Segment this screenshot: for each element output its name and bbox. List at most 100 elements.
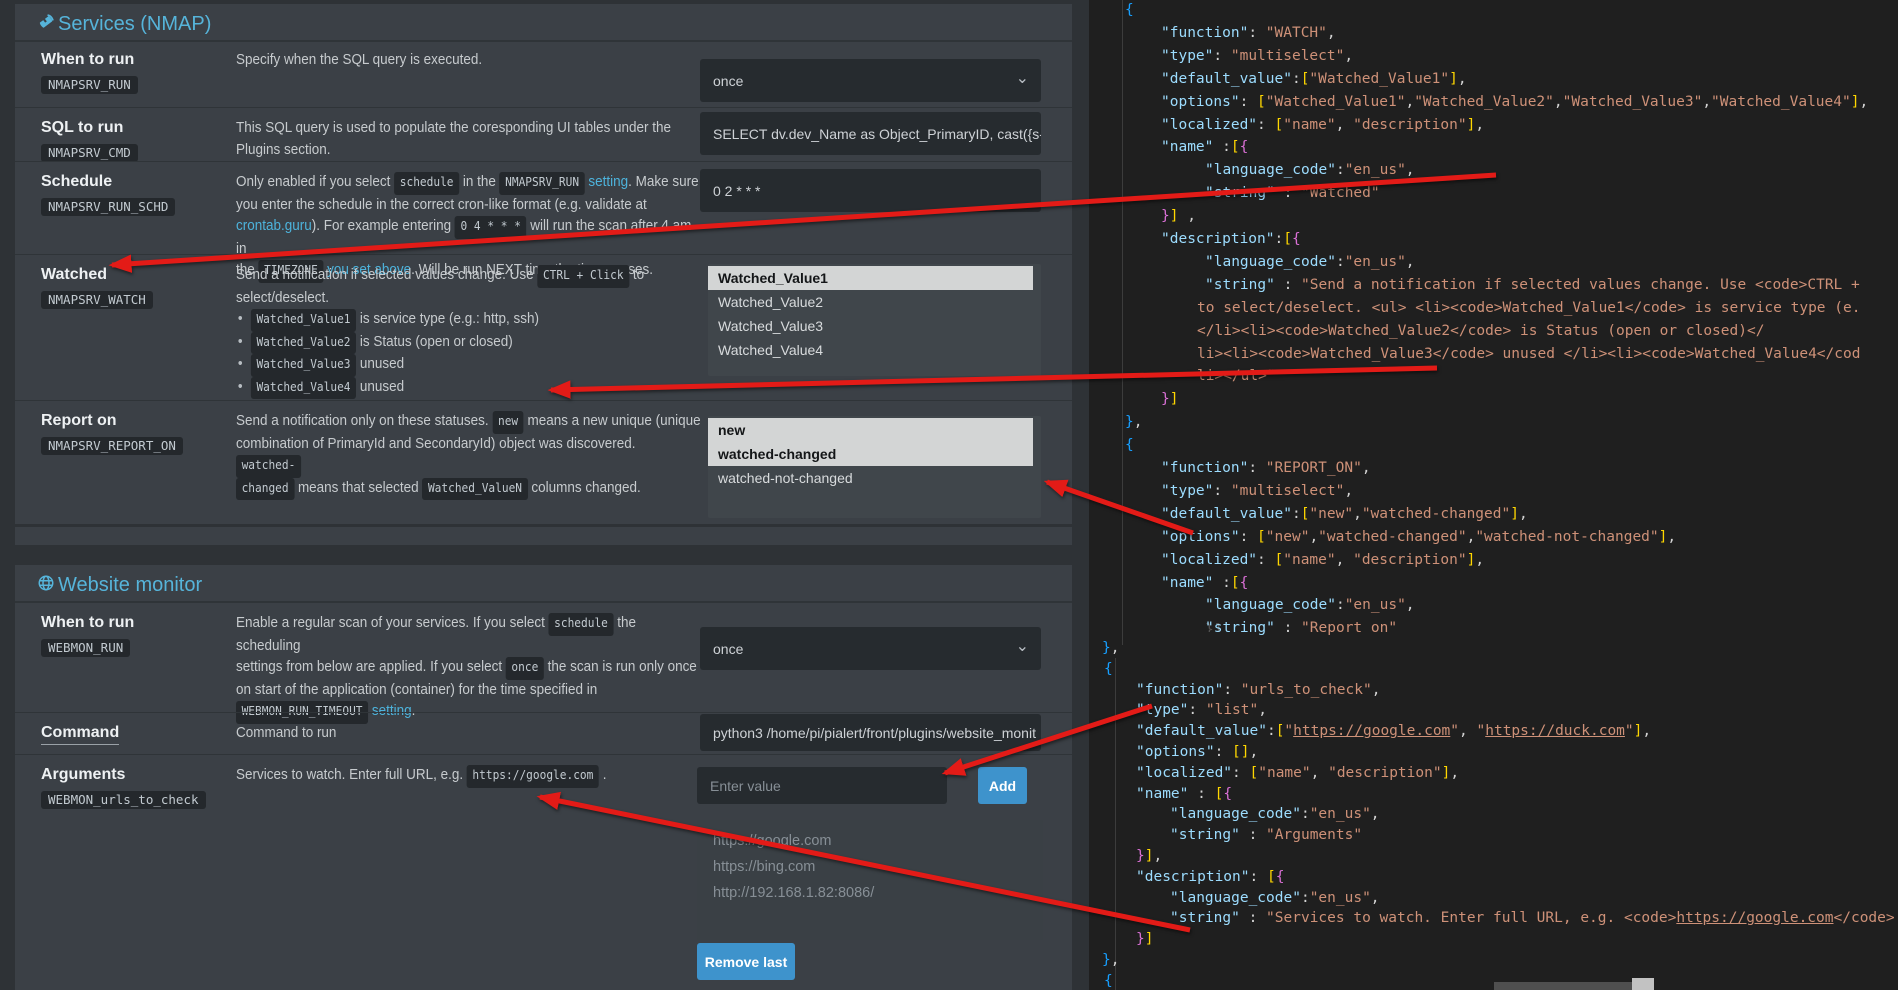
link[interactable]: crontab.guru: [236, 218, 312, 234]
desc-text: Send a notification if selected values c…: [236, 267, 537, 283]
multiselect-option[interactable]: watched-changed: [708, 442, 1033, 466]
indent-guide: [1115, 658, 1116, 990]
services-card-header[interactable]: Services (NMAP): [15, 4, 1072, 42]
setting-label: Schedule: [41, 173, 112, 191]
multiselect-option[interactable]: Watched_Value1: [708, 266, 1033, 290]
desc-text: is service type (e.g.: http, ssh): [356, 311, 539, 327]
input-command[interactable]: python3 /home/pi/pialert/front/plugins/w…: [700, 714, 1041, 751]
code-chip: watched-: [236, 455, 301, 478]
code-line: "language_code":"en_us",: [1170, 804, 1380, 824]
code-line: "language_code":"en_us",: [1205, 160, 1415, 180]
add-button[interactable]: Add: [978, 767, 1027, 804]
code-line: </li><li><code>Watched_Value2</code> is …: [1197, 321, 1764, 341]
code-line: },: [1102, 638, 1119, 658]
multiselect-option[interactable]: new: [708, 418, 1033, 442]
code-chip: Watched_Value1: [251, 309, 356, 332]
code-line: {: [1125, 435, 1134, 455]
code-line: "string" : "Send a notification if selec…: [1205, 275, 1868, 295]
code-chip: Watched_Value3: [251, 354, 356, 377]
multiselect-option[interactable]: watched-not-changed: [708, 466, 1033, 490]
desc-text: Services to watch. Enter full URL, e.g.: [236, 767, 467, 783]
desc-text: on start of the application (container) …: [236, 682, 597, 698]
code-line: {: [1104, 971, 1113, 990]
code-line: "description":[{: [1161, 229, 1301, 249]
desc-text: Enable a regular scan of your services. …: [236, 615, 549, 631]
input-schedule[interactable]: 0 2 * * *: [700, 169, 1041, 212]
multiselect-option[interactable]: Watched_Value2: [708, 290, 1033, 314]
setting-description: Send a notification only on these status…: [236, 411, 701, 500]
desc-text: columns changed.: [528, 480, 641, 496]
code-chip: 0 4 * * *: [455, 216, 527, 239]
code-chip: Watched_Value4: [251, 377, 356, 400]
urls-textarea[interactable]: https://google.comhttps://bing.comhttp:/…: [697, 820, 1043, 940]
code-line: "localized": ["name", "description"],: [1161, 550, 1484, 570]
setting-label: When to run: [41, 614, 134, 632]
setting-description: Command to run: [236, 723, 701, 745]
desc-text: Command to run: [236, 725, 336, 741]
link[interactable]: setting: [588, 174, 628, 190]
chevron-down-icon: ⌄: [1016, 71, 1029, 87]
webmon-card-header[interactable]: Website monitor: [15, 565, 1072, 603]
url-value-input[interactable]: Enter value: [697, 767, 947, 804]
desc-text: Plugins section.: [236, 142, 330, 158]
code-line: "name" : [{: [1136, 784, 1232, 804]
globe-icon: [37, 574, 55, 592]
desc-text: unused: [356, 379, 404, 395]
select-when-to-run[interactable]: once⌄: [700, 59, 1041, 102]
multiselect-watched[interactable]: Watched_Value1Watched_Value2Watched_Valu…: [708, 264, 1041, 376]
setting-key-chip: NMAPSRV_RUN: [41, 76, 138, 94]
code-chip: CTRL + Click: [537, 265, 629, 288]
url-list-item: https://bing.com: [713, 854, 1043, 880]
code-chip: new: [492, 411, 523, 434]
desc-text: select/deselect.: [236, 290, 329, 306]
setting-label: Arguments: [41, 766, 125, 784]
multiselect-option[interactable]: Watched_Value4: [708, 338, 1033, 362]
select-when-to-run[interactable]: once⌄: [700, 627, 1041, 670]
desc-text: unused: [356, 356, 404, 372]
code-chip: https://google.com: [467, 765, 599, 788]
editor-scrollbar-corner[interactable]: [1632, 978, 1654, 990]
setting-key-chip: WEBMON_urls_to_check: [41, 791, 206, 809]
desc-text: means a new unique (unique: [524, 413, 701, 429]
setting-key-chip: NMAPSRV_RUN_SCHD: [41, 198, 175, 216]
desc-text: to: [629, 267, 644, 283]
code-line: "localized": ["name", "description"],: [1136, 763, 1459, 783]
multiselect-option[interactable]: Watched_Value3: [708, 314, 1033, 338]
code-editor[interactable]: {"function": "WATCH","type": "multiselec…: [1089, 0, 1898, 990]
multiselect-report-on[interactable]: newwatched-changedwatched-not-changed: [708, 416, 1041, 518]
code-line: "options": ["Watched_Value1","Watched_Va…: [1161, 92, 1868, 112]
setting-key-chip: WEBMON_RUN: [41, 639, 130, 657]
desc-text: Only enabled if you select: [236, 174, 394, 190]
code-line: li><li><code>Watched_Value3</code> unuse…: [1197, 344, 1860, 364]
code-chip: schedule: [394, 172, 459, 195]
code-line: to select/deselect. <ul> <li><code>Watch…: [1197, 298, 1860, 318]
desc-text: ). For example entering: [312, 218, 455, 234]
desc-text: you enter the schedule in the correct cr…: [236, 197, 647, 213]
code-line: "type": "multiselect",: [1161, 481, 1353, 501]
code-line: "string" : "Arguments": [1170, 825, 1362, 845]
setting-key-chip: NMAPSRV_CMD: [41, 144, 138, 162]
code-line: li></ul>": [1197, 366, 1276, 386]
code-line: }]: [1136, 929, 1153, 949]
section-title: Website monitor: [58, 574, 202, 597]
desc-text: This SQL query is used to populate the c…: [236, 120, 671, 136]
code-line: {: [1104, 659, 1113, 679]
code-line: }] ,: [1161, 206, 1196, 226]
remove-last-button[interactable]: Remove last: [697, 943, 795, 980]
code-line: "localized": ["name", "description"],: [1161, 115, 1484, 135]
collapsed-section-strip: [15, 527, 1072, 545]
setting-key-chip: NMAPSRV_REPORT_ON: [41, 437, 183, 455]
section-title: Services (NMAP): [58, 13, 211, 36]
screenshot-root: Services (NMAP) When to runNMAPSRV_RUNSp…: [0, 0, 1898, 990]
setting-label: When to run: [41, 51, 134, 69]
code-line: "language_code":"en_us",: [1205, 252, 1415, 272]
url-list-item: http://192.168.1.82:8086/: [713, 880, 1043, 906]
code-line: "function": "REPORT_ON",: [1161, 458, 1371, 478]
url-list-item: https://google.com: [713, 828, 1043, 854]
code-line: },: [1102, 950, 1119, 970]
input-sql-to-run[interactable]: SELECT dv.dev_Name as Object_PrimaryID, …: [700, 112, 1041, 155]
code-line: "language_code":"en_us",: [1170, 888, 1380, 908]
editor-horizontal-scrollbar[interactable]: [1494, 982, 1654, 990]
setting-description: Services to watch. Enter full URL, e.g. …: [236, 765, 701, 788]
desc-text: is Status (open or closed): [356, 334, 513, 350]
